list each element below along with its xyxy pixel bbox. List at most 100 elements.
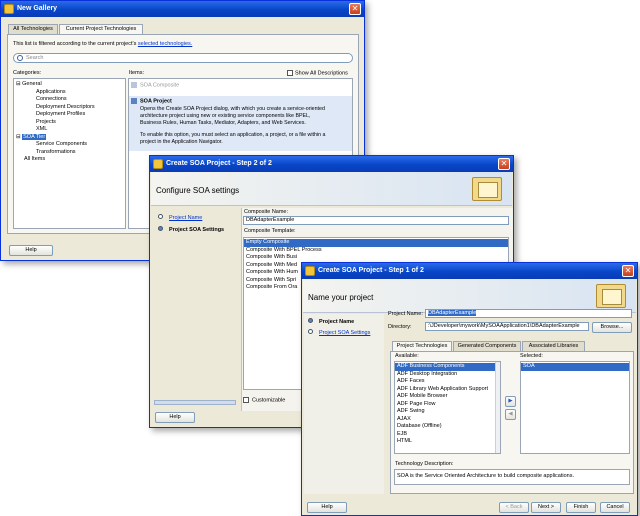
close-button[interactable]: ✕ <box>498 158 510 170</box>
tab-project-technologies[interactable]: Project Technologies <box>392 341 452 351</box>
project-name-input[interactable]: DBAdapterExample <box>425 309 632 318</box>
step2-nav: Project Name Project SOA Settings <box>152 208 240 408</box>
available-item[interactable]: ADF Faces <box>395 378 500 386</box>
available-scrollbar[interactable] <box>495 362 500 453</box>
item-soa-composite[interactable]: SOA Composite <box>131 82 179 88</box>
selected-technologies-link[interactable]: selected technologies. <box>138 41 192 47</box>
selected-label: Selected: <box>520 353 543 359</box>
category-all-items[interactable]: All Items <box>14 156 125 164</box>
item-soa-project[interactable]: SOA Project Opens the Create SOA Project… <box>129 96 352 151</box>
template-business-rules[interactable]: Composite With Busi <box>244 254 508 262</box>
nav-project-name[interactable]: Project Name <box>308 318 354 325</box>
template-bpel[interactable]: Composite With BPEL Process <box>244 247 508 255</box>
step1-header: Name your project <box>303 279 636 313</box>
step1-nav: Project Name Project SOA Settings <box>304 314 384 494</box>
available-item[interactable]: AJAX <box>395 416 500 424</box>
tab-current-project-technologies[interactable]: Current Project Technologies <box>59 24 143 34</box>
composite-template-label: Composite Template: <box>244 228 296 234</box>
back-button[interactable]: < Back <box>499 502 529 513</box>
items-label: Items: <box>129 70 144 76</box>
template-empty-composite[interactable]: Empty Composite <box>244 239 508 247</box>
soa-project-description: Opens the Create SOA Project dialog, wit… <box>140 106 326 146</box>
show-all-descriptions[interactable]: Show All Descriptions <box>287 70 348 76</box>
tab-generated-components[interactable]: Generated Components <box>453 341 521 351</box>
folder-icon <box>596 284 626 308</box>
available-item[interactable]: ADF Swing <box>395 408 500 416</box>
category-deployment-profiles[interactable]: Deployment Profiles <box>14 111 125 119</box>
composite-name-input[interactable]: DBAdapterExample <box>243 216 509 225</box>
selected-list[interactable]: SOA <box>520 361 630 454</box>
step-dot-icon <box>308 329 313 334</box>
nav-project-soa-settings[interactable]: Project SOA Settings <box>308 329 370 336</box>
app-icon <box>4 4 14 14</box>
categories-tree[interactable]: ⊟ General Applications Connections Deplo… <box>13 78 126 229</box>
available-item[interactable]: ADF Mobile Browser <box>395 393 500 401</box>
app-icon <box>153 159 163 169</box>
available-list[interactable]: ADF Business Components ADF Desktop Inte… <box>394 361 501 454</box>
finish-button[interactable]: Finish <box>566 502 596 513</box>
app-icon <box>305 266 315 276</box>
nav-project-soa-settings[interactable]: Project SOA Settings <box>158 226 224 233</box>
step1-heading: Name your project <box>308 293 374 302</box>
folder-icon <box>472 177 502 201</box>
available-item[interactable]: ADF Library Web Application Support <box>395 386 500 394</box>
step-dot-icon <box>158 214 163 219</box>
browse-button[interactable]: Browse... <box>592 322 632 333</box>
step2-help-button[interactable]: Help <box>155 412 195 423</box>
filter-text: This list is filtered according to the c… <box>13 41 193 47</box>
available-item[interactable]: HTML <box>395 438 500 446</box>
technology-description-label: Technology Description: <box>395 461 454 467</box>
customizable-checkbox[interactable]: Customizable <box>243 397 285 403</box>
category-transformations[interactable]: Transformations <box>14 149 125 157</box>
category-projects[interactable]: Projects <box>14 119 125 127</box>
step1-title-bar[interactable]: Create SOA Project - Step 1 of 2 <box>302 263 637 279</box>
step1-title: Create SOA Project - Step 1 of 2 <box>318 267 424 274</box>
composite-name-label: Composite Name: <box>244 209 289 215</box>
gallery-title: New Gallery <box>17 5 58 12</box>
available-item[interactable]: ADF Business Components <box>395 363 500 371</box>
directory-label: Directory: <box>388 324 412 330</box>
search-input[interactable]: Search <box>13 53 353 63</box>
project-icon <box>131 98 137 104</box>
step1-window: Create SOA Project - Step 1 of 2 ✕ Name … <box>301 262 638 516</box>
available-item[interactable]: EJB <box>395 431 500 439</box>
tab-associated-libraries[interactable]: Associated Libraries <box>522 341 585 351</box>
step1-help-button[interactable]: Help <box>307 502 347 513</box>
step2-title: Create SOA Project - Step 2 of 2 <box>166 160 272 167</box>
category-deployment-descriptors[interactable]: Deployment Descriptors <box>14 104 125 112</box>
step-dot-icon <box>308 318 313 323</box>
category-xml[interactable]: XML <box>14 126 125 134</box>
close-button[interactable]: ✕ <box>622 265 634 277</box>
project-name-label: Project Name: <box>388 311 423 317</box>
nav-project-name[interactable]: Project Name <box>158 214 202 221</box>
close-icon: ✕ <box>624 266 632 275</box>
checkbox-box[interactable] <box>243 397 249 403</box>
cancel-button[interactable]: Cancel <box>600 502 630 513</box>
arrow-right-icon: ▶ <box>508 398 513 404</box>
step2-title-bar[interactable]: Create SOA Project - Step 2 of 2 <box>150 156 513 172</box>
category-applications[interactable]: Applications <box>14 89 125 97</box>
gallery-help-button[interactable]: Help <box>9 245 53 256</box>
tab-all-technologies[interactable]: All Technologies <box>8 24 58 34</box>
step2-heading: Configure SOA settings <box>156 186 240 195</box>
selected-item[interactable]: SOA <box>521 363 629 371</box>
available-item[interactable]: Database (Offline) <box>395 423 500 431</box>
step-dot-icon <box>158 226 163 231</box>
next-button[interactable]: Next > <box>531 502 561 513</box>
nav-horizontal-scrollbar[interactable] <box>154 400 236 405</box>
close-button[interactable]: ✕ <box>349 3 361 15</box>
directory-input[interactable]: :\JDeveloper\mywork\MySOAApplication1\DB… <box>425 322 589 331</box>
available-item[interactable]: ADF Page Flow <box>395 401 500 409</box>
category-soa-tier[interactable]: ⊟ SOA Tier <box>14 133 125 142</box>
close-icon: ✕ <box>351 4 359 13</box>
category-service-components[interactable]: Service Components <box>14 141 125 149</box>
available-item[interactable]: ADF Desktop Integration <box>395 371 500 379</box>
category-connections[interactable]: Connections <box>14 96 125 104</box>
gallery-title-bar[interactable]: New Gallery <box>1 1 364 17</box>
category-general[interactable]: ⊟ General <box>14 81 125 89</box>
show-all-checkbox[interactable] <box>287 70 293 76</box>
categories-label: Categories: <box>13 70 42 76</box>
add-to-selected-button[interactable]: ▶ <box>505 396 516 407</box>
remove-from-selected-button[interactable]: ◀ <box>505 409 516 420</box>
technology-description-box: SOA is the Service Oriented Architecture… <box>394 469 630 485</box>
